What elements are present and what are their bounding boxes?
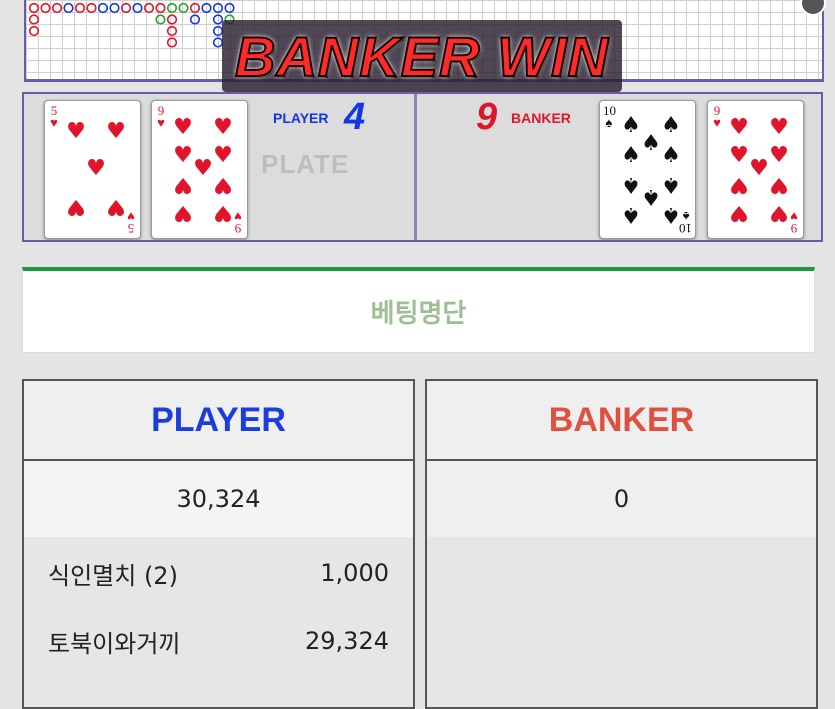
hearts-pip-icon: ♥ bbox=[769, 143, 789, 168]
hearts-pip-icon: ♥ bbox=[193, 156, 213, 181]
road-bead bbox=[212, 37, 224, 48]
spades-pip-icon: ♠ bbox=[661, 172, 681, 197]
road-bead bbox=[224, 2, 235, 14]
road-bead bbox=[109, 2, 120, 14]
spades-pip-icon: ♠ bbox=[641, 131, 661, 156]
bet-amount: 29,324 bbox=[305, 627, 389, 655]
hearts-pip-icon: ♥ bbox=[729, 115, 749, 140]
hearts-pip-icon: ♥ bbox=[173, 143, 193, 168]
spades-pip-icon: ♠ bbox=[661, 113, 681, 138]
hearts-pip-icon: ♥ bbox=[213, 143, 233, 168]
bet-amount: 1,000 bbox=[320, 559, 389, 587]
road-bead bbox=[166, 37, 178, 48]
betting-list-title: 베팅명단 bbox=[22, 267, 815, 353]
road-bead bbox=[166, 25, 178, 37]
hearts-pip-icon: ♥ bbox=[66, 194, 86, 219]
hearts-pip-icon: ♥ bbox=[173, 172, 193, 197]
bet-row: 식인멸치 (2) 1,000 bbox=[24, 553, 413, 593]
player-panel-title: PLAYER bbox=[24, 381, 413, 461]
hearts-pip-icon: ♥ bbox=[769, 200, 789, 225]
road-bead bbox=[132, 2, 143, 14]
card-table: PLATE 5 ♥ 5 ♥ ♥ ♥ ♥ ♥ ♥ 9 ♥ 9 ♥ ♥ ♥ ♥ ♥ ♥ ♥ ♥ ♥ ♥ 10 ♠ 10 ♠ ♠ ♠ ♠ ♠… bbox=[22, 92, 823, 242]
road-bead bbox=[28, 2, 40, 14]
hearts-pip-icon: ♥ bbox=[173, 200, 193, 225]
player-score-label: PLAYER bbox=[273, 110, 329, 126]
bet-row: 토북이와거끼 29,324 bbox=[24, 621, 413, 661]
road-bead bbox=[63, 2, 74, 14]
card-rank: 9 ♥ bbox=[713, 103, 721, 130]
road-bead bbox=[212, 14, 224, 25]
hearts-pip-icon: ♥ bbox=[749, 156, 769, 181]
spades-pip-icon: ♠ bbox=[641, 184, 661, 209]
hearts-pip-icon: ♥ bbox=[213, 200, 233, 225]
hearts-pip-icon: ♥ bbox=[106, 194, 126, 219]
banker-bets-panel: BANKER 0 bbox=[425, 379, 818, 709]
spades-pip-icon: ♠ bbox=[621, 143, 641, 168]
player-total: 30,324 bbox=[24, 461, 413, 537]
player-score: 4 bbox=[344, 96, 366, 138]
road-bead bbox=[178, 2, 189, 14]
road-bead bbox=[120, 2, 132, 14]
bettor-name: 식인멸치 (2) bbox=[48, 561, 178, 590]
result-banner: BANKER WIN bbox=[222, 20, 622, 92]
player-card-1: 5 ♥ 5 ♥ ♥ ♥ ♥ ♥ ♥ bbox=[44, 100, 141, 239]
road-bead bbox=[212, 25, 224, 37]
player-bets-panel: PLAYER 30,324 식인멸치 (2) 1,000 토북이와거끼 29,3… bbox=[22, 379, 415, 709]
table-watermark: PLATE bbox=[261, 149, 350, 179]
banker-total: 0 bbox=[427, 461, 816, 537]
hearts-pip-icon: ♥ bbox=[213, 115, 233, 140]
player-card-2: 9 ♥ 9 ♥ ♥ ♥ ♥ ♥ ♥ ♥ ♥ ♥ ♥ bbox=[151, 100, 248, 239]
hearts-pip-icon: ♥ bbox=[729, 143, 749, 168]
hearts-pip-icon: ♥ bbox=[213, 172, 233, 197]
result-banner-text: BANKER WIN bbox=[234, 24, 609, 89]
road-bead bbox=[166, 2, 178, 14]
road-bead bbox=[212, 2, 224, 14]
hearts-pip-icon: ♥ bbox=[173, 115, 193, 140]
road-bead bbox=[28, 25, 40, 37]
table-divider bbox=[414, 94, 417, 240]
game-area: PLATE 5 ♥ 5 ♥ ♥ ♥ ♥ ♥ ♥ 9 ♥ 9 ♥ ♥ ♥ ♥ ♥ ♥ ♥ ♥ ♥ ♥ 10 ♠ 10 ♠ ♠ ♠ ♠ ♠… bbox=[0, 0, 835, 245]
hearts-pip-icon: ♥ bbox=[106, 119, 126, 144]
hearts-pip-icon: ♥ bbox=[729, 172, 749, 197]
spades-pip-icon: ♠ bbox=[621, 113, 641, 138]
road-bead bbox=[40, 2, 51, 14]
road-bead bbox=[201, 2, 212, 14]
hearts-pip-icon: ♥ bbox=[66, 119, 86, 144]
bettor-name: 토북이와거끼 bbox=[48, 629, 181, 658]
road-bead bbox=[51, 2, 63, 14]
banker-card-2: 9 ♥ 9 ♥ ♥ ♥ ♥ ♥ ♥ ♥ ♥ ♥ ♥ bbox=[707, 100, 804, 239]
road-bead bbox=[86, 2, 97, 14]
banker-score-label: BANKER bbox=[511, 110, 571, 126]
road-bead bbox=[166, 14, 178, 25]
card-rank: 10 ♠ bbox=[603, 103, 616, 130]
banker-panel-title: BANKER bbox=[427, 381, 816, 461]
card-rank: 9 ♥ bbox=[157, 103, 165, 130]
spades-pip-icon: ♠ bbox=[661, 143, 681, 168]
hearts-pip-icon: ♥ bbox=[769, 115, 789, 140]
road-bead bbox=[155, 2, 166, 14]
spades-pip-icon: ♠ bbox=[621, 172, 641, 197]
card-rank: 5 ♥ bbox=[50, 103, 58, 130]
hearts-pip-icon: ♥ bbox=[729, 200, 749, 225]
road-bead bbox=[74, 2, 86, 14]
spades-pip-icon: ♠ bbox=[621, 202, 641, 227]
road-bead bbox=[189, 14, 201, 25]
spades-pip-icon: ♠ bbox=[661, 202, 681, 227]
road-bead bbox=[143, 2, 155, 14]
hearts-pip-icon: ♥ bbox=[769, 172, 789, 197]
road-bead bbox=[28, 14, 40, 25]
banker-score: 9 bbox=[476, 96, 498, 138]
hearts-pip-icon: ♥ bbox=[86, 156, 106, 181]
road-bead bbox=[155, 14, 166, 25]
road-bead bbox=[97, 2, 109, 14]
banker-card-1: 10 ♠ 10 ♠ ♠ ♠ ♠ ♠ ♠ ♠ ♠ ♠ ♠ ♠ bbox=[599, 100, 696, 239]
road-bead bbox=[189, 2, 201, 14]
